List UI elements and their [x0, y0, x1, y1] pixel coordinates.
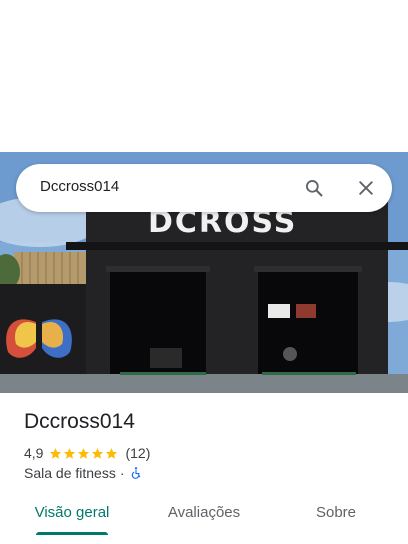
rating-row[interactable]: 4,9 (12)	[24, 444, 150, 462]
search-input[interactable]: Dccross014	[40, 178, 119, 195]
star-icon	[92, 447, 104, 459]
tab-avaliacoes[interactable]: Avaliações	[158, 504, 250, 521]
search-icon[interactable]	[304, 178, 324, 198]
rating-stars	[49, 447, 119, 460]
separator: ·	[119, 465, 125, 481]
tab-visao-geral[interactable]: Visão geral	[24, 504, 120, 521]
star-icon	[64, 447, 76, 459]
place-title: Dccross014	[24, 410, 135, 433]
place-tabs: Visão geral Avaliações Sobre	[0, 496, 408, 544]
star-icon	[106, 447, 118, 459]
tab-sobre[interactable]: Sobre	[300, 504, 372, 521]
wheelchair-icon	[131, 467, 140, 479]
close-icon[interactable]	[356, 178, 376, 198]
rating-value: 4,9	[24, 445, 44, 461]
star-icon	[78, 447, 90, 459]
place-category: Sala de fitness	[24, 465, 116, 481]
category-row: Sala de fitness ·	[24, 465, 143, 481]
star-icon	[50, 447, 62, 459]
search-bar[interactable]: Dccross014	[16, 164, 392, 212]
review-count[interactable]: (12)	[125, 445, 150, 461]
active-tab-indicator	[36, 532, 108, 535]
